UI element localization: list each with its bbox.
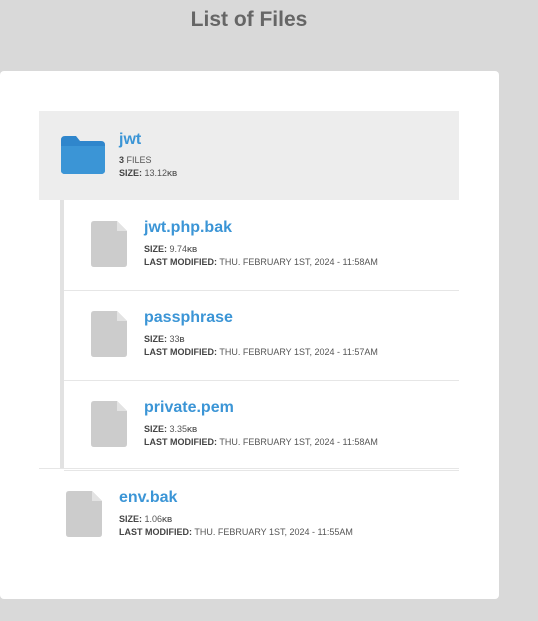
file-size: SIZE: 33B (144, 334, 185, 344)
folder-file-count: 3 FILES (119, 155, 152, 165)
file-size-value: 9.74 (169, 244, 188, 254)
file-size-value: 3.35 (169, 424, 188, 434)
file-size-unit: KB (187, 427, 198, 434)
file-size-label: SIZE: (119, 514, 143, 524)
file-modified-label: LAST MODIFIED: (119, 527, 192, 537)
file-size-label: SIZE: (144, 334, 168, 344)
file-modified-value: THU. FEBRUARY 1ST, 2024 - 11:58AM (219, 257, 378, 267)
file-modified-value: THU. FEBRUARY 1ST, 2024 - 11:58AM (219, 437, 378, 447)
page-title: List of Files (190, 8, 308, 31)
file-icon (91, 401, 127, 447)
folder-size-unit: KB (167, 171, 178, 178)
file-icon (91, 311, 127, 357)
file-modified: LAST MODIFIED: THU. FEBRUARY 1ST, 2024 -… (144, 437, 378, 447)
file-list-card: jwt 3 FILES SIZE: 13.12KB jwt.php.bak SI… (0, 71, 499, 599)
file-icon (66, 491, 102, 537)
folder-count-label: FILES (126, 155, 152, 165)
file-size-value: 1.06 (144, 514, 163, 524)
file-name-link[interactable]: jwt.php.bak (144, 219, 232, 237)
file-size-unit: KB (162, 517, 173, 524)
file-size: SIZE: 1.06KB (119, 514, 172, 524)
file-modified: LAST MODIFIED: THU. FEBRUARY 1ST, 2024 -… (144, 347, 378, 357)
folder-name-link[interactable]: jwt (119, 131, 141, 149)
file-name-link[interactable]: passphrase (144, 309, 233, 327)
folder-size-value: 13.12 (144, 168, 168, 178)
file-icon (91, 221, 127, 267)
file-size-label: SIZE: (144, 424, 168, 434)
file-modified: LAST MODIFIED: THU. FEBRUARY 1ST, 2024 -… (144, 257, 378, 267)
file-modified-label: LAST MODIFIED: (144, 347, 217, 357)
file-row[interactable]: jwt.php.bak SIZE: 9.74KB LAST MODIFIED: … (64, 200, 459, 291)
folder-icon (61, 136, 105, 174)
file-modified-label: LAST MODIFIED: (144, 437, 217, 447)
folder-size: SIZE: 13.12KB (119, 168, 177, 178)
file-name-link[interactable]: private.pem (144, 399, 234, 417)
file-size-value: 33 (169, 334, 180, 344)
file-modified-value: THU. FEBRUARY 1ST, 2024 - 11:57AM (219, 347, 378, 357)
file-size: SIZE: 3.35KB (144, 424, 197, 434)
folder-count-value: 3 (119, 155, 125, 165)
file-size-label: SIZE: (144, 244, 168, 254)
file-size-unit: KB (187, 247, 198, 254)
file-modified-label: LAST MODIFIED: (144, 257, 217, 267)
file-row[interactable]: passphrase SIZE: 33B LAST MODIFIED: THU.… (64, 290, 459, 381)
file-size-unit: B (179, 337, 185, 344)
file-row[interactable]: env.bak SIZE: 1.06KB LAST MODIFIED: THU.… (39, 468, 459, 559)
folder-size-label: SIZE: (119, 168, 143, 178)
file-modified: LAST MODIFIED: THU. FEBRUARY 1ST, 2024 -… (119, 527, 353, 537)
file-name-link[interactable]: env.bak (119, 489, 177, 507)
file-modified-value: THU. FEBRUARY 1ST, 2024 - 11:55AM (194, 527, 353, 537)
folder-row-jwt[interactable]: jwt 3 FILES SIZE: 13.12KB (39, 111, 459, 200)
file-size: SIZE: 9.74KB (144, 244, 197, 254)
file-row[interactable]: private.pem SIZE: 3.35KB LAST MODIFIED: … (64, 380, 459, 471)
